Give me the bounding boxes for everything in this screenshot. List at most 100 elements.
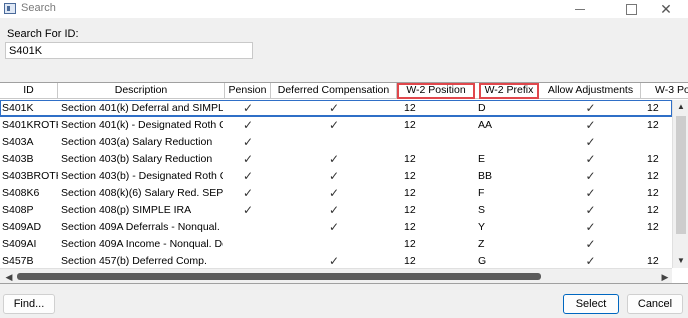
cell-description: Section 408(k)(6) Salary Red. SEP: [61, 187, 223, 199]
cell-pension: ✓: [242, 203, 254, 217]
cell-id: S408K6: [2, 187, 40, 199]
cell-deferred-compensation: ✓: [328, 220, 340, 234]
cell-w2-prefix: [478, 134, 538, 151]
cell-w2-position: 12: [404, 238, 416, 250]
table-row[interactable]: S408K6 Section 408(k)(6) Salary Red. SEP ✓…: [0, 185, 688, 202]
cell-deferred-compensation: [271, 236, 397, 253]
col-header-description[interactable]: Description: [58, 83, 225, 99]
cell-description: Section 403(b) - Designated Roth Contrib…: [61, 170, 223, 182]
cell-id: S409AD: [2, 221, 42, 233]
cell-deferred-compensation: ✓: [328, 101, 340, 115]
table-row[interactable]: S401K Section 401(k) Deferral and SIMPLE ✓…: [0, 100, 688, 117]
cell-w2-position: 12: [404, 153, 416, 165]
search-input[interactable]: [5, 42, 253, 59]
scroll-down-arrow-icon[interactable]: ▼: [673, 254, 688, 268]
cell-deferred-compensation: ✓: [328, 169, 340, 183]
find-button[interactable]: Find...: [3, 294, 55, 314]
cell-deferred-compensation: ✓: [328, 186, 340, 200]
cell-id: S403BROTH: [2, 170, 58, 182]
cell-allow-adjustments: ✓: [585, 186, 596, 200]
cell-description: Section 408(p) SIMPLE IRA: [61, 204, 192, 216]
cell-id: S409AI: [2, 238, 37, 250]
app-icon: [4, 3, 16, 14]
cell-description: Section 409A Income - Nonqual. Deferrec: [61, 238, 223, 250]
scroll-left-arrow-icon[interactable]: ◀: [2, 269, 16, 283]
cell-pension: ✓: [242, 101, 254, 115]
col-header-w3-position[interactable]: W-3 Pos: [641, 83, 688, 99]
table-row[interactable]: S403A Section 403(a) Salary Reduction ✓ ✓: [0, 134, 688, 151]
cell-w2-position: [404, 134, 474, 151]
cell-deferred-compensation: ✓: [328, 152, 340, 166]
table-row[interactable]: S401KROTH Section 401(k) - Designated Rot…: [0, 117, 688, 134]
horizontal-scroll-thumb[interactable]: [17, 273, 541, 280]
table-row[interactable]: S408P Section 408(p) SIMPLE IRA ✓ ✓ 12 S ✓ 12: [0, 202, 688, 219]
close-button[interactable]: ✕: [652, 0, 680, 18]
cell-w2-prefix: AA: [478, 119, 493, 131]
cell-allow-adjustments: ✓: [585, 118, 596, 132]
cell-description: Section 401(k) Deferral and SIMPLE: [61, 102, 223, 114]
grid-header: ID Description Pension Deferred Compensa…: [0, 83, 688, 99]
results-grid[interactable]: ID Description Pension Deferred Compensa…: [0, 82, 688, 284]
cell-deferred-compensation: ✓: [328, 203, 340, 217]
cell-w2-prefix: BB: [478, 170, 493, 182]
cell-w2-position: 12: [404, 102, 416, 114]
cell-w2-position: 12: [404, 170, 416, 182]
cell-w2-prefix: E: [478, 153, 486, 165]
cell-description: Section 401(k) - Designated Roth Contrib…: [61, 119, 223, 131]
cell-pension: [226, 219, 270, 236]
cell-deferred-compensation: [271, 134, 397, 151]
col-header-id[interactable]: ID: [0, 83, 58, 99]
table-row[interactable]: S409AI Section 409A Income - Nonqual. Def…: [0, 236, 688, 253]
cell-pension: ✓: [242, 186, 254, 200]
window-title: Search: [21, 2, 56, 14]
cell-w2-position: 12: [404, 204, 416, 216]
table-row[interactable]: S403B Section 403(b) Salary Reduction ✓ ✓ 12…: [0, 151, 688, 168]
cell-pension: [226, 236, 270, 253]
cell-deferred-compensation: ✓: [328, 118, 340, 132]
cell-allow-adjustments: ✓: [585, 101, 596, 115]
cell-pension: ✓: [242, 152, 254, 166]
cell-allow-adjustments: ✓: [585, 135, 596, 149]
cell-pension: ✓: [242, 118, 254, 132]
maximize-button[interactable]: [617, 0, 645, 18]
col-header-pension[interactable]: Pension: [225, 83, 271, 99]
cell-id: S401K: [2, 102, 34, 114]
cell-id: S408P: [2, 204, 34, 216]
cell-description: Section 409A Deferrals - Nonqual. Deferr…: [61, 221, 223, 233]
cell-description: Section 403(b) Salary Reduction: [61, 153, 213, 165]
cell-allow-adjustments: ✓: [585, 237, 596, 251]
search-label: Search For ID:: [7, 28, 79, 40]
cancel-button[interactable]: Cancel: [627, 294, 683, 314]
cell-w2-position: 12: [404, 119, 416, 131]
cell-pension: ✓: [242, 135, 254, 149]
col-header-allow-adjustments[interactable]: Allow Adjustments: [541, 83, 641, 99]
vertical-scrollbar[interactable]: ▲ ▼: [672, 100, 688, 268]
cell-description: Section 403(a) Salary Reduction: [61, 136, 213, 148]
col-header-deferred-compensation[interactable]: Deferred Compensation: [271, 83, 397, 99]
cell-w2-prefix: Y: [478, 221, 486, 233]
cell-allow-adjustments: ✓: [585, 152, 596, 166]
col-header-w2-position[interactable]: W-2 Position: [397, 83, 475, 99]
col-header-w2-prefix[interactable]: W-2 Prefix: [479, 83, 539, 99]
cell-allow-adjustments: ✓: [585, 203, 596, 217]
title-bar: Search ✕: [0, 0, 688, 18]
cell-pension: ✓: [242, 169, 254, 183]
cell-id: S401KROTH: [2, 119, 58, 131]
scroll-up-arrow-icon[interactable]: ▲: [673, 100, 688, 114]
cell-w2-prefix: D: [478, 102, 486, 114]
cell-w2-prefix: Z: [478, 238, 485, 250]
select-button[interactable]: Select: [563, 294, 619, 314]
cell-w2-prefix: F: [478, 187, 485, 199]
cell-id: S403B: [2, 153, 34, 165]
scroll-right-arrow-icon[interactable]: ▶: [658, 269, 672, 283]
cell-w2-prefix: S: [478, 204, 486, 216]
cell-allow-adjustments: ✓: [585, 169, 596, 183]
cell-id: S403A: [2, 136, 34, 148]
table-row[interactable]: S403BROTH Section 403(b) - Designated Rot…: [0, 168, 688, 185]
vertical-scroll-thumb[interactable]: [676, 116, 686, 234]
horizontal-scrollbar[interactable]: ◀ ▶: [0, 268, 672, 283]
cell-allow-adjustments: ✓: [585, 220, 596, 234]
cell-w2-position: 12: [404, 187, 416, 199]
table-row[interactable]: S409AD Section 409A Deferrals - Nonqual. …: [0, 219, 688, 236]
minimize-button[interactable]: [566, 0, 594, 18]
